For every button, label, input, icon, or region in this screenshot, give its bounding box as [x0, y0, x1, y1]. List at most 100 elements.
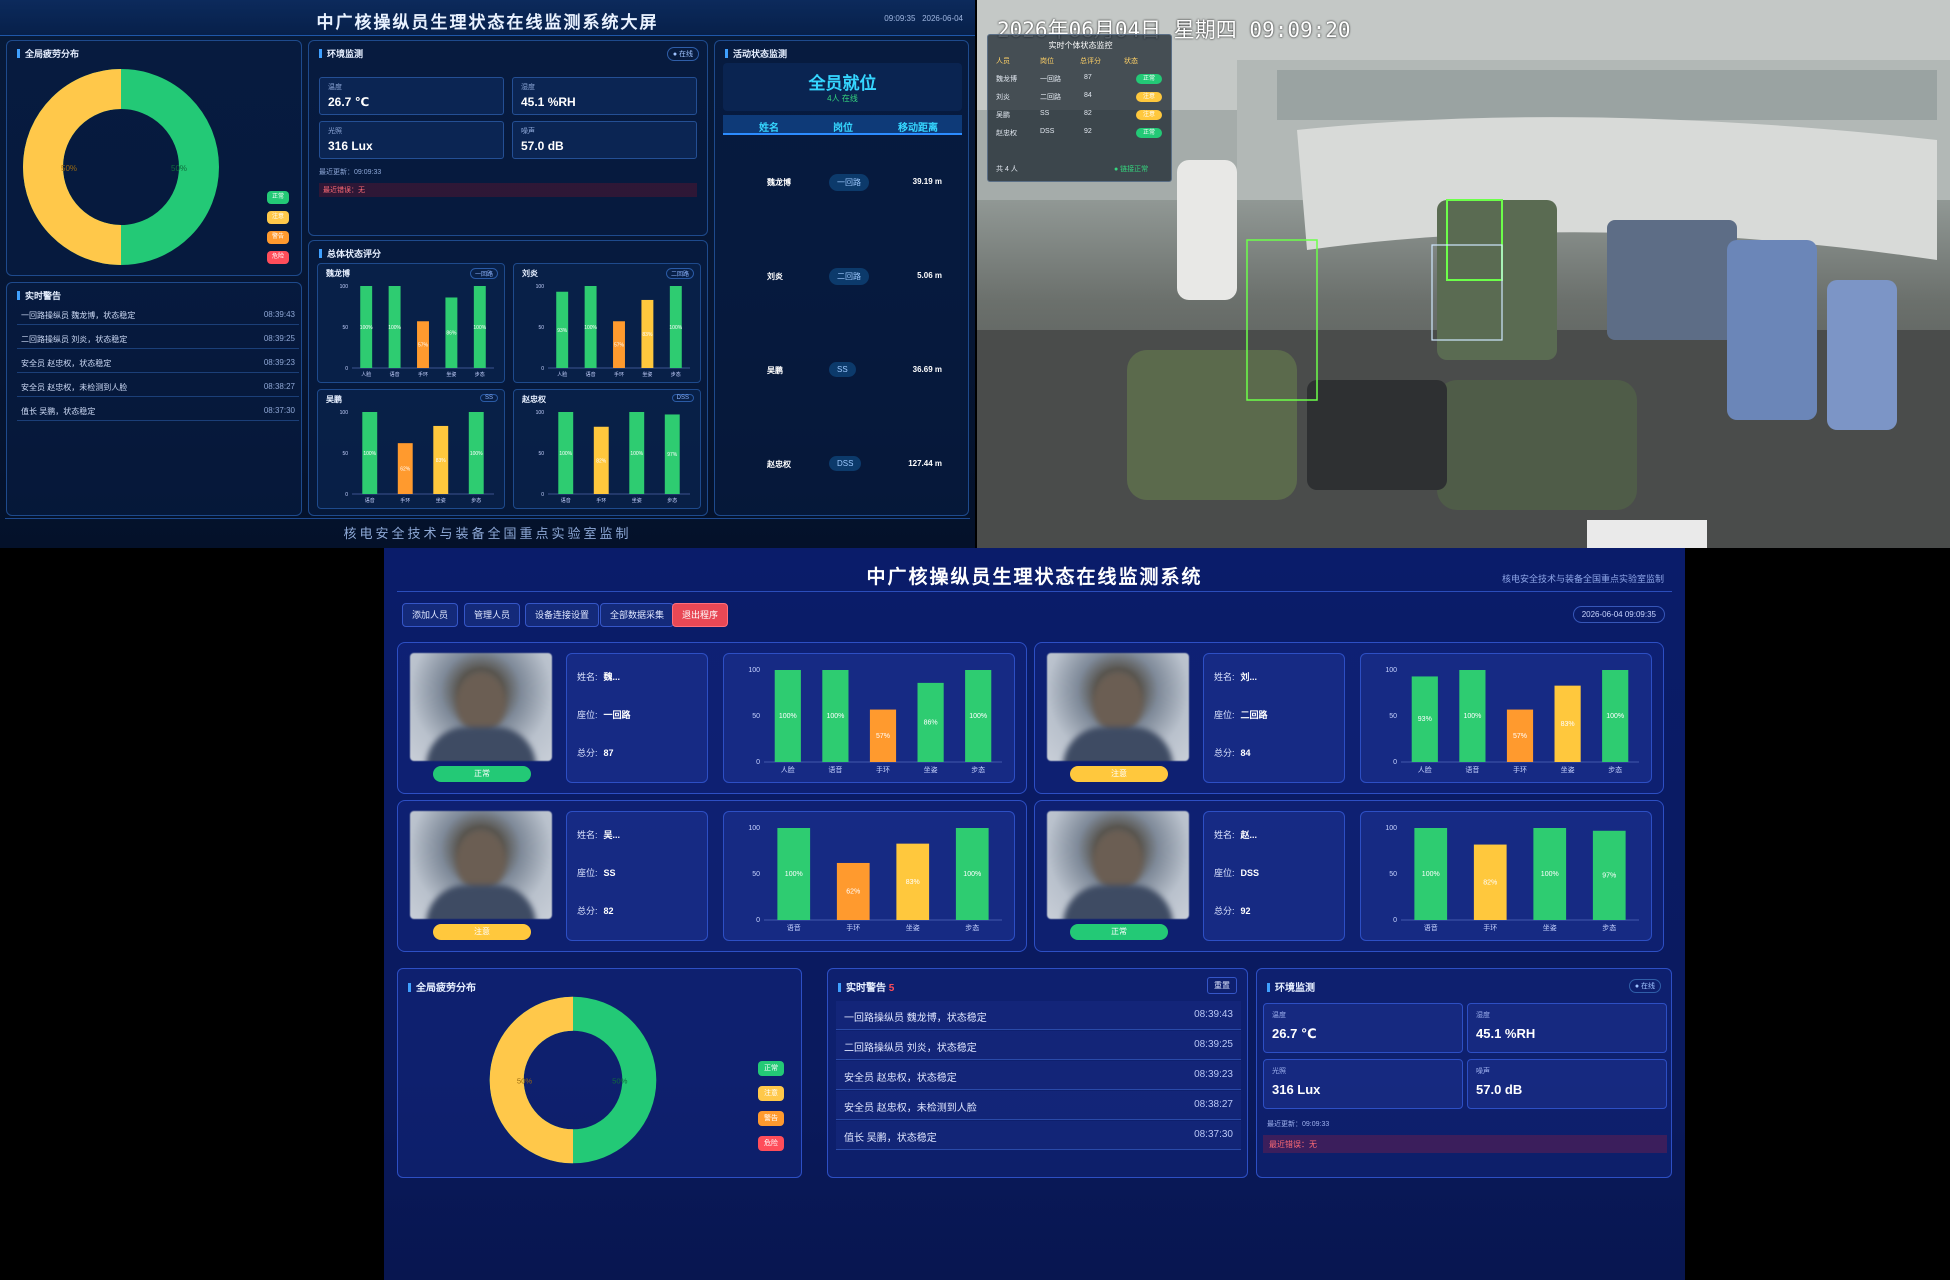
panel-title: 全局疲劳分布 — [17, 47, 79, 60]
bar-value-label: 100% — [969, 713, 987, 720]
x-tick-label: 手环 — [596, 497, 606, 504]
x-tick-label: 手环 — [400, 497, 410, 504]
status-badge: 正常 — [433, 766, 531, 782]
collect-all-button[interactable]: 全部数据采集 — [600, 603, 675, 627]
bar-chart: 0 50 100 93% 人脸 100% 语音 57% 手环 83% 坐姿 100% 步态 — [1385, 667, 1639, 774]
x-tick-label: 人脸 — [557, 371, 567, 378]
device-settings-button[interactable]: 设备连接设置 — [525, 603, 600, 627]
y-tick-label: 0 — [345, 492, 348, 498]
bar-value-label: 57% — [876, 733, 890, 740]
person-card-2: 注意 姓名: 吴... 座位: SS 总分: 82 0 50 100 100% 语音 62% 手环… — [397, 800, 1027, 952]
y-tick-label: 50 — [752, 713, 760, 720]
bar-value-label: 82% — [596, 458, 607, 464]
x-tick-label: 步态 — [971, 765, 985, 774]
env-humidity: 湿度 45.1 %RH — [1467, 1003, 1667, 1053]
person-chart: 0 50 100 93% 人脸 100% 语音 57% 手环 83% 坐姿 100% 步态 — [1360, 653, 1652, 783]
overlay-header: 人员 岗位 总评分 状态 — [996, 58, 1138, 65]
bar-chart: 0 50 100 100% 语音 62% 手环 83% 坐姿 100% 步态 — [748, 825, 1002, 932]
panel-title: 活动状态监测 — [725, 47, 787, 60]
bar-value-label: 100% — [630, 451, 643, 457]
add-person-button[interactable]: 添加人员 — [402, 603, 459, 627]
person-card-3: 正常 姓名: 赵... 座位: DSS 总分: 92 0 50 100 100% 语音 82% 手… — [1034, 800, 1664, 952]
person-info: 姓名: 刘... 座位: 二回路 总分: 84 — [1203, 653, 1345, 783]
top-overall-panel: 总体状态评分 魏龙博 一回路 0 50 100 100% 人脸 100% 语音 57% 手环 86… — [308, 240, 708, 516]
bar-value-label: 100% — [785, 871, 803, 878]
activity-row: 魏龙博 一回路 39.19 m — [727, 171, 962, 195]
bar-chart: 0 50 100 100% 语音 82% 手环 100% 坐姿 97% 步态 — [1385, 825, 1639, 932]
x-tick-label: 步态 — [1602, 923, 1616, 932]
bar-value-label: 100% — [1606, 713, 1624, 720]
env-light: 光照 316 Lux — [1263, 1059, 1463, 1109]
person-card-0: 正常 姓名: 魏... 座位: 一回路 总分: 87 0 50 100 100% 人脸 100%… — [397, 642, 1027, 794]
panel-title: 实时警告 5 — [838, 979, 894, 994]
env-noise: 噪声 57.0 dB — [512, 121, 697, 159]
online-chip: ● 在线 — [1628, 979, 1661, 993]
bar-value-label: 100% — [363, 451, 376, 457]
bar-value-label: 100% — [669, 325, 682, 331]
y-tick-label: 50 — [538, 451, 544, 457]
bar-value-label: 62% — [400, 467, 411, 473]
y-tick-label: 50 — [752, 871, 760, 878]
y-tick-label: 100 — [340, 284, 349, 290]
x-tick-label: 手环 — [876, 765, 890, 774]
panel-title: 环境监测 — [1267, 979, 1315, 994]
status-badge: 注意 — [433, 924, 531, 940]
panel-title: 全局疲劳分布 — [408, 979, 476, 994]
top-fatigue-donut: 50% 50% — [23, 69, 219, 265]
bottom-fatigue-donut: 50% 50% — [489, 996, 657, 1164]
x-tick-label: 坐姿 — [632, 497, 642, 504]
y-tick-label: 50 — [1389, 871, 1397, 878]
person-card-1: 注意 姓名: 刘... 座位: 二回路 总分: 84 0 50 100 93% 人脸 100% 语… — [1034, 642, 1664, 794]
x-tick-label: 坐姿 — [446, 371, 456, 378]
x-tick-label: 坐姿 — [642, 371, 652, 378]
person-photo — [1047, 653, 1189, 761]
activity-table-header: 姓名 岗位 移动距离 — [723, 115, 962, 135]
alert-row: 安全员 赵忠权，状态稳定 08:39:23 — [17, 353, 299, 373]
bar-value-label: 100% — [826, 713, 844, 720]
alert-row: 二回路操纵员 刘炎，状态稳定 08:39:25 — [17, 329, 299, 349]
bar-value-label: 100% — [779, 713, 797, 720]
x-tick-label: 手环 — [614, 371, 624, 378]
legend-warning: 警告 — [758, 1111, 784, 1126]
bar-value-label: 100% — [559, 451, 572, 457]
env-updated: 最近更新：09:09:33 — [319, 169, 382, 176]
top-activity-panel: 活动状态监测 全员就位 4人 在线 姓名 岗位 移动距离 魏龙博 一回路 39.19… — [714, 40, 969, 516]
person-info: 姓名: 吴... 座位: SS 总分: 82 — [566, 811, 708, 941]
y-tick-label: 100 — [1385, 825, 1397, 832]
y-tick-label: 0 — [541, 492, 544, 498]
env-updated: 最近更新：09:09:33 — [1267, 1121, 1330, 1128]
y-tick-label: 100 — [748, 825, 760, 832]
bottom-env-panel: 环境监测 ● 在线 温度 26.7 ℃ 湿度 45.1 %RH 光照 316 Lux … — [1256, 968, 1672, 1178]
env-temperature: 温度 26.7 ℃ — [1263, 1003, 1463, 1053]
donut-left-label: 50% — [61, 164, 77, 173]
mini-card-3: 赵忠权 DSS 0 50 100 100% 语音 82% 手环 100% 坐姿 97% 步态 — [513, 389, 701, 509]
manage-people-button[interactable]: 管理人员 — [464, 603, 521, 627]
person-photo — [1047, 811, 1189, 919]
alert-row: 值长 吴鹏，状态稳定 08:37:30 — [17, 401, 299, 421]
panel-title: 总体状态评分 — [319, 247, 381, 260]
env-noise: 噪声 57.0 dB — [1467, 1059, 1667, 1109]
legend-warning: 警告 — [267, 231, 289, 244]
x-tick-label: 人脸 — [781, 765, 795, 774]
bar-value-label: 93% — [1418, 716, 1432, 723]
camera-status-overlay: 实时个体状态监控 人员 岗位 总评分 状态 魏龙博 一回路 87 正常 刘炎 二回路 84… — [987, 34, 1172, 182]
bar-value-label: 57% — [1513, 733, 1527, 740]
activity-headline: 全员就位 — [808, 74, 877, 93]
bar-chart: 0 50 100 100% 人脸 100% 语音 57% 手环 86% 坐姿 100% 步态 — [748, 667, 1002, 774]
bottom-dashboard: 中广核操纵员生理状态在线监测系统 核电安全技术与装备全国重点实验室监制 添加人员… — [384, 548, 1685, 1280]
overlay-row: 吴鹏 SS 82 注意 — [994, 107, 1166, 123]
exit-button[interactable]: 退出程序 — [672, 603, 729, 627]
legend-normal: 正常 — [758, 1061, 784, 1076]
overlay-title: 实时个体状态监控 — [1048, 41, 1113, 50]
top-dashboard: 中广核操纵员生理状态在线监测系统大屏 09:09:35 2026-06-04 全… — [0, 0, 975, 548]
bar-value-label: 100% — [584, 325, 597, 331]
y-tick-label: 100 — [536, 284, 545, 290]
mini-chart: 0 50 100 93% 人脸 100% 语音 57% 手环 83% 坐姿 100% 步态 — [536, 284, 690, 378]
y-tick-label: 50 — [538, 325, 544, 331]
x-tick-label: 坐姿 — [1561, 765, 1575, 774]
x-tick-label: 人脸 — [1418, 765, 1432, 774]
x-tick-label: 语音 — [561, 497, 571, 504]
bar-value-label: 100% — [1463, 713, 1481, 720]
person-info: 姓名: 魏... 座位: 一回路 总分: 87 — [566, 653, 708, 783]
reset-button[interactable]: 重置 — [1207, 977, 1237, 994]
